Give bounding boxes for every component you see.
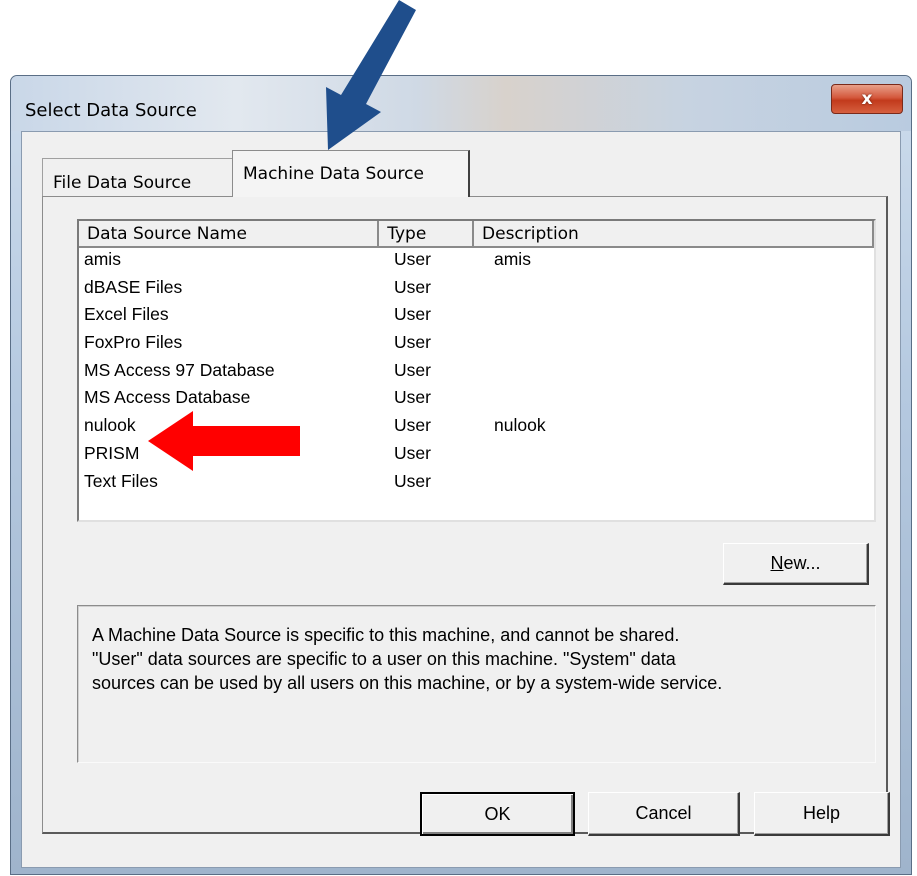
column-header-description[interactable]: Description (474, 221, 874, 248)
list-item[interactable]: amis User amis (79, 249, 874, 277)
list-item[interactable]: Excel Files User (79, 304, 874, 332)
dialog-client-area: File Data Source Machine Data Source Dat… (21, 131, 901, 868)
new-button-label: ew... (783, 553, 821, 573)
ok-button[interactable]: OK (420, 792, 575, 836)
row-type: User (394, 387, 431, 408)
row-name: MS Access Database (84, 387, 251, 408)
row-type: User (394, 304, 431, 325)
tab-machine-data-source[interactable]: Machine Data Source (232, 150, 470, 197)
list-item[interactable]: Text Files User (79, 471, 874, 499)
window-title: Select Data Source (25, 100, 197, 121)
row-description (489, 443, 874, 471)
tab-file-data-source[interactable]: File Data Source (42, 158, 237, 196)
select-data-source-dialog: Select Data Source x File Data Source Ma… (10, 75, 912, 875)
row-description (489, 471, 874, 499)
row-name: Text Files (84, 470, 158, 491)
help-button[interactable]: Help (754, 792, 890, 836)
new-button[interactable]: New... (723, 543, 869, 585)
row-type: User (394, 470, 431, 491)
info-text-box: A Machine Data Source is specific to thi… (77, 605, 876, 763)
new-button-accelerator: N (770, 553, 784, 573)
row-name: PRISM (84, 442, 140, 463)
row-type: User (394, 276, 431, 297)
row-description (489, 360, 874, 388)
row-type: User (394, 415, 431, 436)
row-type: User (394, 249, 431, 269)
info-line: A Machine Data Source is specific to thi… (92, 625, 680, 645)
row-name: Excel Files (84, 304, 169, 325)
row-name: FoxPro Files (84, 332, 183, 353)
row-description: amis (494, 249, 531, 269)
list-item[interactable]: dBASE Files User (79, 277, 874, 305)
title-bar[interactable]: Select Data Source x (11, 76, 911, 131)
info-line: sources can be used by all users on this… (92, 673, 723, 693)
row-description (489, 332, 874, 360)
list-item[interactable]: MS Access 97 Database User (79, 360, 874, 388)
row-type: User (394, 332, 431, 353)
list-item[interactable]: FoxPro Files User (79, 332, 874, 360)
info-line: "User" data sources are specific to a us… (92, 649, 676, 669)
row-type: User (394, 359, 431, 380)
close-icon: x (861, 89, 873, 109)
tab-panel-machine-data-source: Data Source Name Type Description amis Us… (42, 196, 888, 834)
list-item[interactable]: PRISM User (79, 443, 874, 471)
close-button[interactable]: x (831, 84, 903, 114)
list-item[interactable]: nulook User nulook (79, 415, 874, 443)
list-item[interactable]: MS Access Database User (79, 387, 874, 415)
list-header: Data Source Name Type Description (79, 221, 874, 248)
list-rows: amis User amis dBASE Files User Excel Files… (79, 249, 874, 498)
column-header-type[interactable]: Type (379, 221, 475, 248)
row-description (489, 304, 874, 332)
row-description (489, 277, 874, 305)
row-description (489, 387, 874, 415)
row-name: MS Access 97 Database (84, 359, 275, 380)
row-name: nulook (84, 415, 136, 436)
row-description: nulook (494, 415, 546, 436)
cancel-button[interactable]: Cancel (588, 792, 740, 836)
data-source-list[interactable]: Data Source Name Type Description amis Us… (77, 219, 876, 522)
row-name: amis (84, 249, 121, 269)
row-type: User (394, 442, 431, 463)
row-name: dBASE Files (84, 276, 183, 297)
column-header-data-source-name[interactable]: Data Source Name (79, 221, 380, 248)
